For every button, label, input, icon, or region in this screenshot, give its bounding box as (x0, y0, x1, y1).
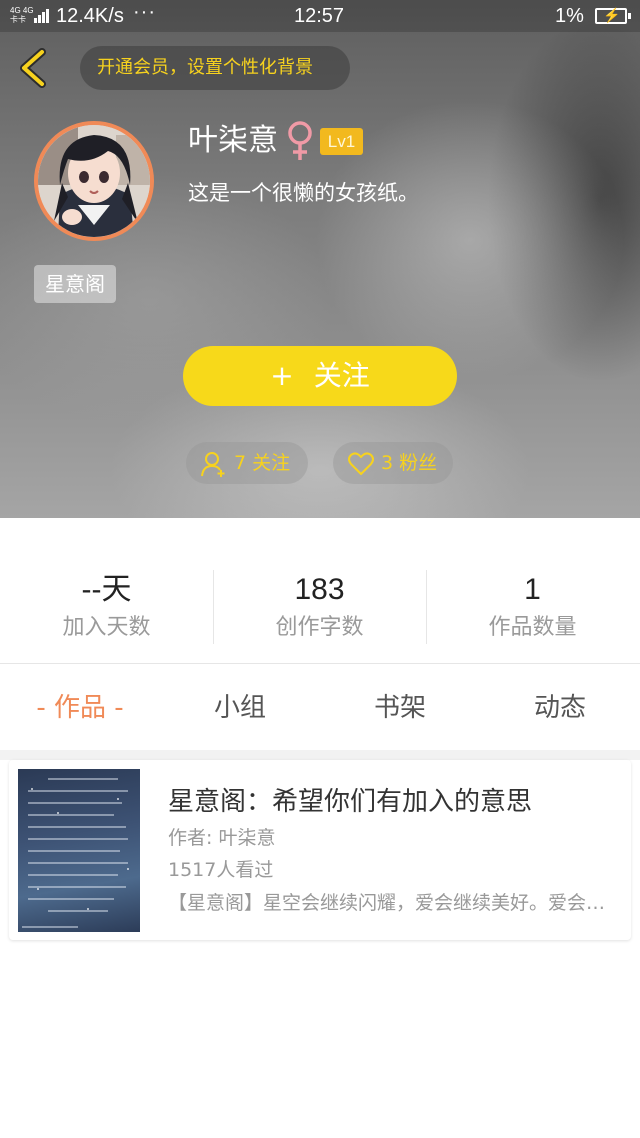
stat-label: 创作字数 (275, 615, 364, 640)
stat-join-days: --天 加入天数 (0, 570, 213, 646)
work-list-item[interactable]: 星意阁：希望你们有加入的意思 作者: 叶柒意 1517人看过 【星意阁】星空会继… (9, 760, 631, 940)
signal-icon (34, 9, 52, 23)
username: 叶柒意 (188, 123, 278, 158)
avatar[interactable] (34, 121, 154, 241)
follow-button[interactable]: + 关注 (183, 346, 457, 406)
chevron-left-icon (20, 48, 46, 88)
work-author: 作者: 叶柒意 (168, 827, 276, 849)
female-icon (284, 120, 316, 162)
network-label: 4G 4G (10, 6, 34, 15)
plus-icon: + (270, 359, 294, 392)
fans-count-label: 3 粉丝 (381, 452, 438, 474)
following-count-label: 7 关注 (234, 452, 291, 474)
stat-label: 加入天数 (62, 615, 151, 640)
tab-works[interactable]: - 作品 - (0, 690, 160, 726)
level-badge: Lv1 (320, 128, 363, 155)
user-bio: 这是一个很懒的女孩纸。 (188, 181, 419, 205)
section-separator (0, 750, 640, 760)
follow-label: 关注 (313, 359, 370, 392)
carrier-label: 卡卡 (10, 15, 26, 24)
charging-icon: ⚡ (603, 7, 621, 23)
battery-percent: 1% (555, 5, 584, 27)
work-title: 星意阁：希望你们有加入的意思 (168, 787, 533, 817)
avatar-illustration (38, 125, 150, 237)
network-speed: 12.4K/s (56, 5, 124, 27)
profile-tabs: - 作品 - 小组 书架 动态 (0, 664, 640, 750)
stat-value: 183 (294, 573, 345, 606)
cover-illustration (22, 778, 129, 928)
back-button[interactable] (16, 48, 56, 88)
stat-value: 1 (524, 573, 541, 606)
user-add-icon (201, 452, 225, 477)
network-type: 4G 4G 卡卡 (10, 6, 34, 24)
tab-groups[interactable]: 小组 (160, 690, 320, 726)
more-notifications-icon: ··· (133, 1, 156, 23)
stat-work-count: 1 作品数量 (426, 570, 639, 646)
heart-icon (348, 452, 374, 475)
clock: 12:57 (294, 5, 345, 27)
work-cover-image (18, 769, 140, 932)
following-count-button[interactable]: 7 关注 (186, 442, 308, 484)
tab-activity[interactable]: 动态 (480, 690, 640, 726)
fans-count-button[interactable]: 3 粉丝 (333, 442, 453, 484)
status-bar: 4G 4G 卡卡 12.4K/s ··· 12:57 1% ⚡ (0, 0, 640, 32)
stat-label: 作品数量 (488, 615, 577, 640)
stat-value: --天 (81, 573, 132, 606)
work-description: 【星意阁】星空会继续闪耀，爱会继续美好。爱会继续美好，星空会继续闪耀。 (168, 892, 614, 914)
stat-word-count: 183 创作字数 (213, 570, 426, 646)
work-view-count: 1517人看过 (168, 859, 274, 881)
group-badge[interactable]: 星意阁 (34, 265, 116, 303)
tab-bookshelf[interactable]: 书架 (320, 690, 480, 726)
vip-background-prompt[interactable]: 开通会员，设置个性化背景 (80, 46, 350, 90)
stats-row: --天 加入天数 183 创作字数 1 作品数量 (0, 518, 640, 664)
profile-header-background: 4G 4G 卡卡 12.4K/s ··· 12:57 1% ⚡ 开通会员，设置个… (0, 0, 640, 518)
